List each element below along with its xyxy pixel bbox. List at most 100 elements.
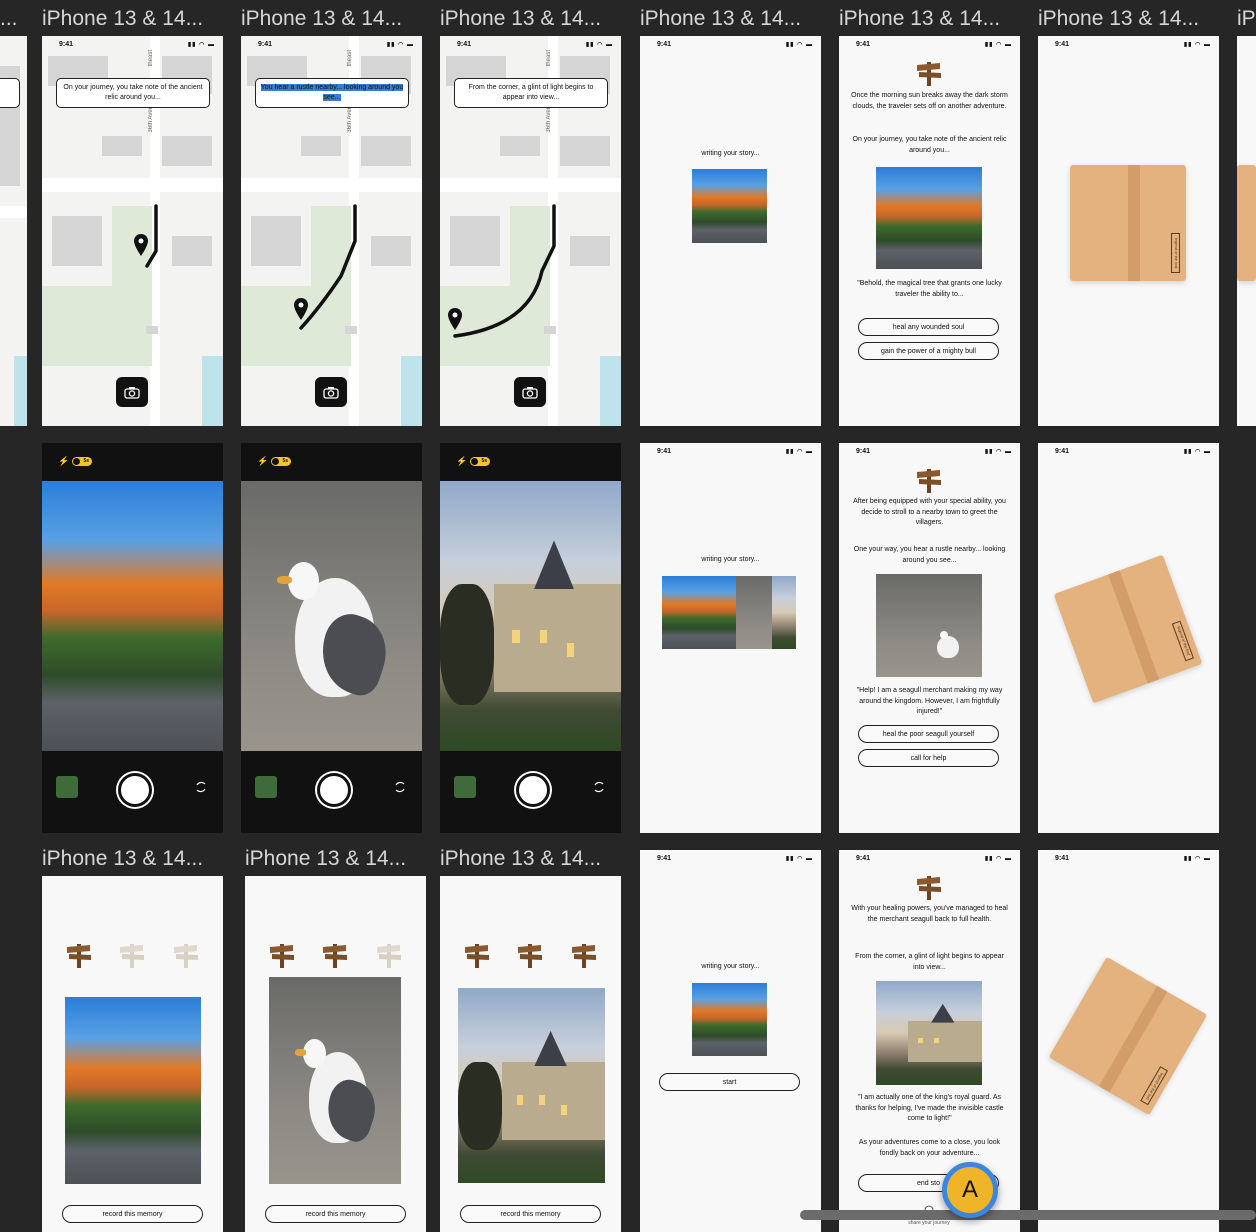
record-memory-button[interactable]: record this memory xyxy=(62,1205,203,1223)
castle-photo xyxy=(876,981,982,1085)
status-bar: 9:41 ▮▮ ◠ ▬ xyxy=(1055,448,1211,455)
memory-photo-gull xyxy=(269,977,401,1184)
writing-frame-2: 9:41 ▮▮ ◠ ▬ writing your story... xyxy=(640,443,821,833)
book-frame-1: 9:41 ▮▮ ◠ ▬ legend of the lost relic xyxy=(1038,36,1219,426)
status-bar: 9:41 ▮▮ ◠ ▬ xyxy=(657,41,813,48)
live-toggle[interactable]: 5s xyxy=(470,457,490,466)
frame-label: iPhone 13 & 14... xyxy=(241,7,403,30)
signpost-icon-filled xyxy=(67,944,91,968)
signpost-icon-empty xyxy=(120,944,144,968)
gallery-thumbnail[interactable] xyxy=(454,776,476,798)
story-frame-2: 9:41 ▮▮ ◠ ▬ After being equipped with you… xyxy=(839,443,1020,833)
book-label: legend of the lost relic xyxy=(1171,620,1194,662)
storybook-closed[interactable]: legend of the lost relic xyxy=(1070,165,1186,281)
camera-frame-tree: ⚡ 5s xyxy=(42,443,223,833)
live-toggle[interactable]: 5s xyxy=(271,457,291,466)
frame-label-edge: ... xyxy=(0,7,18,30)
route-path xyxy=(145,204,158,268)
option-button-heal[interactable]: heal any wounded soul xyxy=(858,318,999,336)
map-pin-icon xyxy=(294,298,308,320)
book-label: legend of the lost relic xyxy=(1140,1066,1169,1106)
frame-label: iPhone 13 & 14... xyxy=(42,847,204,870)
map-frame-3: theast 36th Aven 9:41 ▮▮ ◠ ▬ From the cor… xyxy=(440,36,621,426)
frame-label: iPhone 13 & 14... xyxy=(245,847,407,870)
story-quote: "Behold, the magical tree that grants on… xyxy=(857,280,1002,298)
flash-icon[interactable]: ⚡ xyxy=(257,456,268,467)
option-button-heal-seagull[interactable]: heal the poor seagull yourself xyxy=(858,725,999,743)
start-button[interactable]: start xyxy=(659,1073,800,1091)
camera-icon xyxy=(323,386,339,399)
live-toggle[interactable]: 5s xyxy=(72,457,92,466)
camera-frame-castle: ⚡ 5s xyxy=(440,443,621,833)
castle-photo xyxy=(772,576,796,649)
signpost-icon xyxy=(917,876,941,900)
camera-preview-gull xyxy=(241,481,422,751)
story-frame-1: 9:41 ▮▮ ◠ ▬ Once the morning sun breaks a… xyxy=(839,36,1020,426)
camera-button[interactable] xyxy=(514,377,546,407)
record-memory-button[interactable]: record this memory xyxy=(460,1205,601,1223)
book-frame-3: 9:41 ▮▮ ◠ ▬ legend of the lost relic xyxy=(1038,850,1219,1232)
memory-frame-3: record this memory xyxy=(440,876,621,1232)
share-journey-label: share your journey xyxy=(908,1220,950,1226)
memory-frame-1: record this memory xyxy=(42,876,223,1232)
map-frame-partial xyxy=(0,36,27,426)
signpost-icon xyxy=(917,62,941,86)
flip-camera-icon[interactable] xyxy=(194,780,208,794)
status-bar: 9:41 ▮▮ ◠ ▬ xyxy=(856,41,1012,48)
option-button-bull[interactable]: gain the power of a mighty bull xyxy=(858,342,999,360)
frame-label-edge: iP xyxy=(1237,7,1256,30)
frame-label: iPhone 13 & 14... xyxy=(42,7,204,30)
shutter-button[interactable] xyxy=(516,773,550,807)
frame-label: iPhone 13 & 14... xyxy=(640,7,802,30)
status-bar: 9:41 ▮▮ ◠ ▬ xyxy=(856,855,1012,862)
story-paragraph: One your way, you hear a rustle nearby..… xyxy=(853,546,1006,564)
writing-frame-1: 9:41 ▮▮ ◠ ▬ writing your story... xyxy=(640,36,821,426)
flip-camera-icon[interactable] xyxy=(393,780,407,794)
tree-photo xyxy=(662,576,740,649)
gallery-thumbnail[interactable] xyxy=(56,776,78,798)
story-quote: "Help! I am a seagull merchant making my… xyxy=(856,687,1003,715)
status-bar: 9:41 ▮▮ ◠ ▬ xyxy=(856,448,1012,455)
signpost-icon xyxy=(917,469,941,493)
flash-icon[interactable]: ⚡ xyxy=(456,456,467,467)
frame-label: iPhone 13 & 14... xyxy=(839,7,1001,30)
signpost-icon-filled xyxy=(465,944,489,968)
storybook-rotating[interactable]: legend of the lost relic xyxy=(1053,554,1203,704)
tree-photo xyxy=(692,169,767,243)
map-frame-1: theast 36th Aven 9:41 ▮▮ ◠ ▬ On your jour… xyxy=(42,36,223,426)
status-bar: 9:41 ▮▮ ◠ ▬ xyxy=(1055,855,1211,862)
book-frame-2: 9:41 ▮▮ ◠ ▬ legend of the lost relic xyxy=(1038,443,1219,833)
story-paragraph: Once the morning sun breaks away the dar… xyxy=(851,92,1008,110)
gull-photo xyxy=(876,574,982,677)
story-paragraph: After being equipped with your special a… xyxy=(853,498,1006,526)
frame-label: iPhone 13 & 14... xyxy=(440,847,602,870)
story-paragraph: As your adventures come to a close, you … xyxy=(858,1139,1001,1157)
book-label: legend of the lost relic xyxy=(1171,233,1180,273)
frame-partial-right xyxy=(1237,36,1256,426)
gallery-thumbnail[interactable] xyxy=(255,776,277,798)
story-paragraph: On your journey, you take note of the an… xyxy=(852,136,1007,154)
writing-frame-3: 9:41 ▮▮ ◠ ▬ writing your story... start xyxy=(640,850,821,1232)
signpost-icon-empty xyxy=(377,944,401,968)
signpost-icon-filled xyxy=(518,944,542,968)
signpost-icon-empty xyxy=(174,944,198,968)
camera-button[interactable] xyxy=(116,377,148,407)
frame-label: iPhone 13 & 14... xyxy=(1038,7,1200,30)
flash-icon[interactable]: ⚡ xyxy=(58,456,69,467)
writing-text: writing your story... xyxy=(701,150,760,157)
flip-camera-icon[interactable] xyxy=(592,780,606,794)
horizontal-scrollbar[interactable] xyxy=(800,1210,1256,1220)
camera-button[interactable] xyxy=(315,377,347,407)
map-pin-icon xyxy=(134,234,148,256)
shutter-button[interactable] xyxy=(118,773,152,807)
map-pin-icon xyxy=(448,308,462,330)
storybook-rotating[interactable]: legend of the lost relic xyxy=(1048,956,1208,1116)
writing-text: writing your story... xyxy=(701,963,760,970)
signpost-icon-filled xyxy=(270,944,294,968)
story-paragraph: With your healing powers, you've managed… xyxy=(851,905,1008,923)
floating-action-button[interactable]: A xyxy=(942,1162,998,1218)
record-memory-button[interactable]: record this memory xyxy=(265,1205,406,1223)
shutter-button[interactable] xyxy=(317,773,351,807)
option-button-call-help[interactable]: call for help xyxy=(858,749,999,767)
signpost-icon-filled xyxy=(572,944,596,968)
